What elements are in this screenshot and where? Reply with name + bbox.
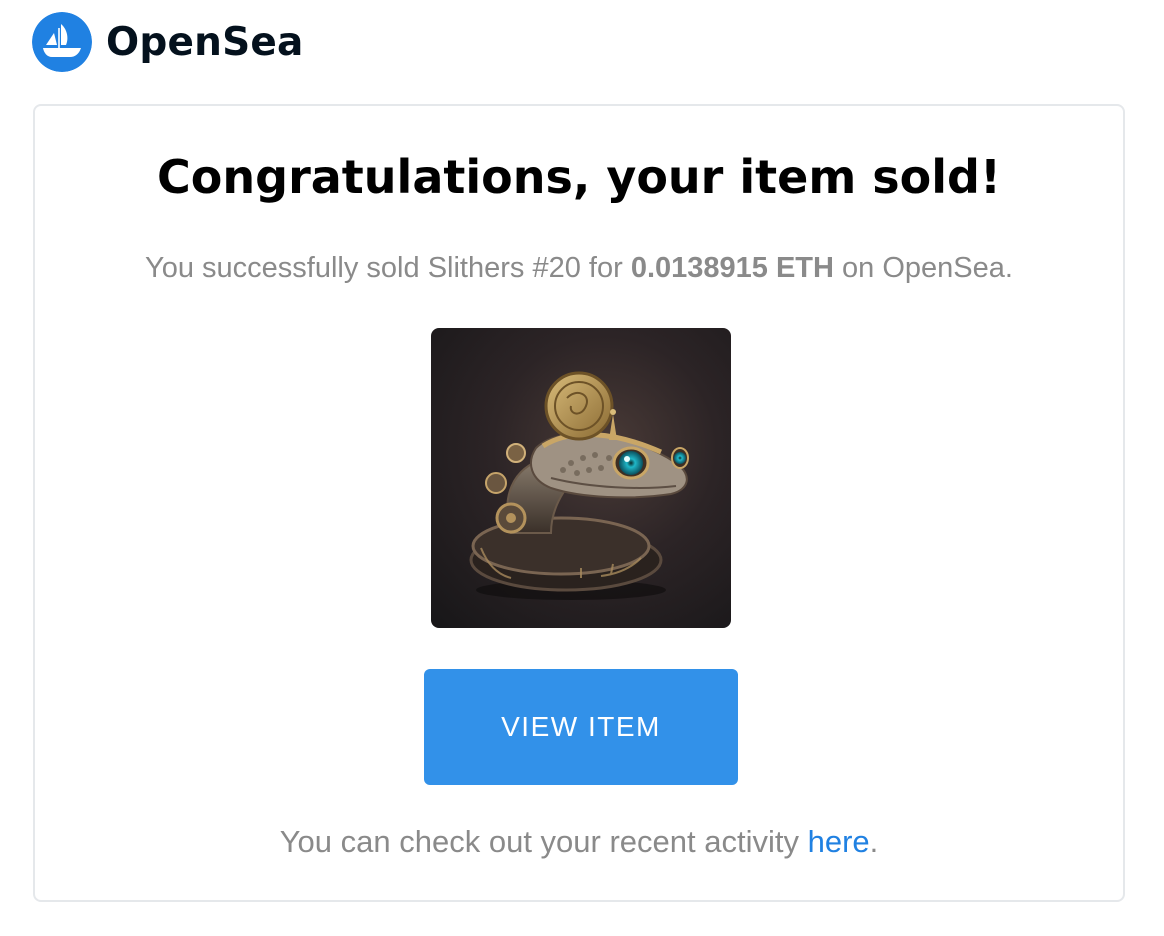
recent-activity-link[interactable]: here	[808, 824, 870, 859]
sale-title: Congratulations, your item sold!	[157, 150, 1001, 204]
message-suffix: on OpenSea.	[833, 252, 1013, 284]
opensea-logo-icon	[32, 12, 92, 72]
email-header: OpenSea	[32, 12, 304, 72]
item-name: Slithers #20	[427, 252, 581, 284]
activity-note: You can check out your recent activity h…	[35, 824, 1123, 860]
sale-message: You successfully sold Slithers #20 for 0…	[35, 252, 1123, 285]
footer-suffix: .	[869, 824, 879, 859]
nft-snake-illustration	[469, 371, 689, 600]
message-middle: for	[580, 252, 631, 284]
email-card: Congratulations, your item sold! You suc…	[33, 104, 1125, 902]
view-item-button[interactable]: VIEW ITEM	[424, 669, 738, 785]
brand-name: OpenSea	[106, 19, 304, 65]
footer-prefix: You can check out your recent activity	[279, 824, 808, 859]
message-prefix: You successfully sold	[145, 252, 428, 284]
nft-image	[431, 328, 731, 628]
sale-amount: 0.0138915 ETH	[630, 252, 834, 284]
